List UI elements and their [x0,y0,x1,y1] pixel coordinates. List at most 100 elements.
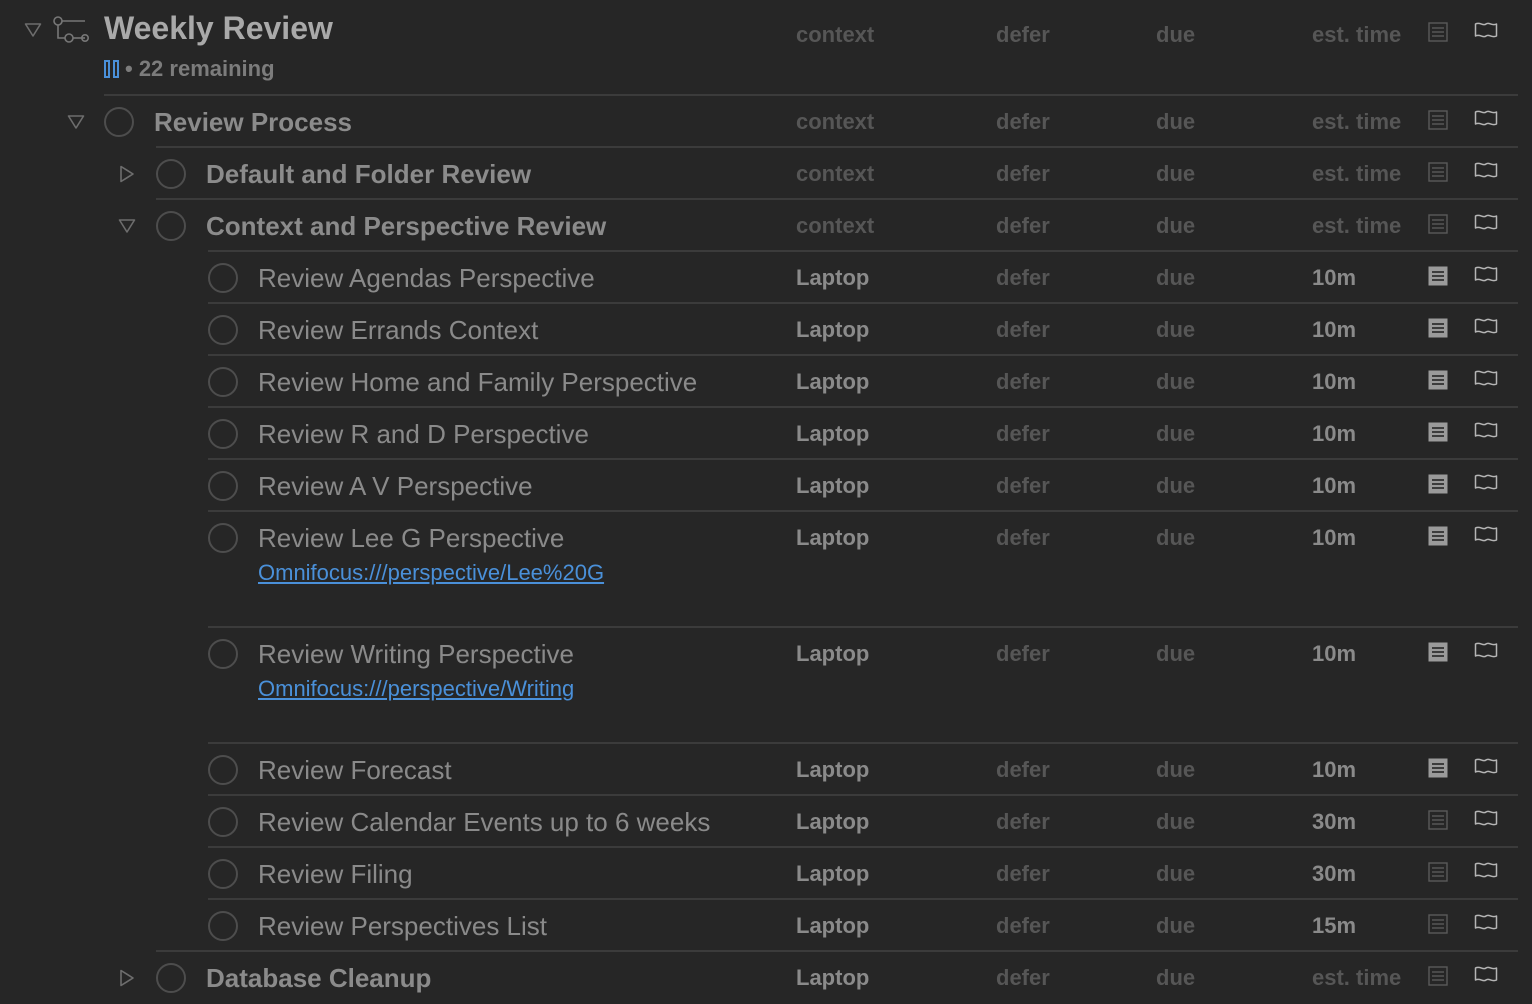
est-time-field[interactable]: 10m [1312,473,1356,499]
status-circle-checkbox[interactable] [208,419,238,449]
flag-icon[interactable] [1474,422,1498,442]
est-time-field[interactable]: 10m [1312,317,1356,343]
defer-field[interactable]: defer [996,265,1050,291]
collapse-triangle-icon[interactable] [67,113,85,131]
note-icon[interactable] [1428,266,1448,286]
due-column-header[interactable]: due [1156,22,1195,48]
defer-field[interactable]: defer [996,161,1050,187]
task-row[interactable]: Review R and D Perspective Laptop defer due… [0,406,1532,460]
est-time-field[interactable]: 30m [1312,861,1356,887]
due-field[interactable]: due [1156,317,1195,343]
note-icon[interactable] [1428,422,1448,442]
defer-field[interactable]: defer [996,109,1050,135]
task-title[interactable]: Review Calendar Events up to 6 weeks [258,807,710,838]
due-field[interactable]: due [1156,213,1195,239]
due-field[interactable]: due [1156,913,1195,939]
est-time-field[interactable]: 10m [1312,421,1356,447]
task-title[interactable]: Review Writing Perspective [258,639,574,670]
due-field[interactable]: due [1156,473,1195,499]
defer-field[interactable]: defer [996,913,1050,939]
status-circle-checkbox[interactable] [208,471,238,501]
defer-field[interactable]: defer [996,421,1050,447]
task-row[interactable]: Review Writing Perspective Omnifocus:///p… [0,626,1532,744]
flag-icon[interactable] [1474,810,1498,830]
est-time-field[interactable]: 10m [1312,757,1356,783]
flag-icon[interactable] [1474,22,1498,42]
pause-icon[interactable] [104,60,119,78]
task-title[interactable]: Review R and D Perspective [258,419,589,450]
status-circle-checkbox[interactable] [156,159,186,189]
due-field[interactable]: due [1156,861,1195,887]
group-title[interactable]: Context and Perspective Review [206,211,606,242]
task-row[interactable]: Review Perspectives List Laptop defer due 15… [0,898,1532,952]
flag-icon[interactable] [1474,214,1498,234]
context-column-header[interactable]: context [796,22,874,48]
flag-icon[interactable] [1474,110,1498,130]
status-circle-checkbox[interactable] [156,211,186,241]
status-circle-checkbox[interactable] [208,315,238,345]
due-field[interactable]: due [1156,757,1195,783]
task-row[interactable]: Review Errands Context Laptop defer due 10m [0,302,1532,356]
context-field[interactable]: Laptop [796,757,869,783]
context-field[interactable]: Laptop [796,421,869,447]
context-field[interactable]: Laptop [796,809,869,835]
est-time-field[interactable]: 10m [1312,525,1356,551]
est-time-field[interactable]: 15m [1312,913,1356,939]
note-icon[interactable] [1428,318,1448,338]
note-icon[interactable] [1428,370,1448,390]
est-time-field[interactable]: est. time [1312,965,1401,991]
collapse-triangle-icon[interactable] [24,21,42,39]
due-field[interactable]: due [1156,965,1195,991]
group-row[interactable]: Default and Folder Review context defer due… [0,146,1532,200]
due-field[interactable]: due [1156,109,1195,135]
flag-icon[interactable] [1474,318,1498,338]
flag-icon[interactable] [1474,862,1498,882]
status-circle-checkbox[interactable] [104,107,134,137]
flag-icon[interactable] [1474,526,1498,546]
due-field[interactable]: due [1156,369,1195,395]
status-circle-checkbox[interactable] [156,963,186,993]
due-field[interactable]: due [1156,161,1195,187]
defer-field[interactable]: defer [996,473,1050,499]
group-title[interactable]: Default and Folder Review [206,159,531,190]
defer-field[interactable]: defer [996,861,1050,887]
est-time-field[interactable]: 30m [1312,809,1356,835]
status-circle-checkbox[interactable] [208,859,238,889]
due-field[interactable]: due [1156,265,1195,291]
status-circle-checkbox[interactable] [208,807,238,837]
note-icon[interactable] [1428,758,1448,778]
context-field[interactable]: context [796,213,874,239]
due-field[interactable]: due [1156,421,1195,447]
defer-field[interactable]: defer [996,213,1050,239]
task-title[interactable]: Review Errands Context [258,315,538,346]
task-title[interactable]: Review Agendas Perspective [258,263,595,294]
note-icon[interactable] [1428,526,1448,546]
flag-icon[interactable] [1474,162,1498,182]
task-row[interactable]: Review Lee G Perspective Omnifocus:///per… [0,510,1532,628]
group-row[interactable]: Database Cleanup Laptop defer due est. time [0,950,1532,1004]
task-row[interactable]: Review Agendas Perspective Laptop defer due… [0,250,1532,304]
context-field[interactable]: Laptop [796,525,869,551]
flag-icon[interactable] [1474,758,1498,778]
est-time-field[interactable]: 10m [1312,265,1356,291]
project-title[interactable]: Weekly Review [104,10,333,47]
status-circle-checkbox[interactable] [208,639,238,669]
due-field[interactable]: due [1156,641,1195,667]
group-row[interactable]: Context and Perspective Review context def… [0,198,1532,252]
note-icon[interactable] [1428,966,1448,986]
task-row[interactable]: Review Forecast Laptop defer due 10m [0,742,1532,796]
est-time-field[interactable]: est. time [1312,109,1401,135]
context-field[interactable]: context [796,161,874,187]
est-time-column-header[interactable]: est. time [1312,22,1401,48]
group-title[interactable]: Database Cleanup [206,963,431,994]
note-icon[interactable] [1428,810,1448,830]
status-circle-checkbox[interactable] [208,367,238,397]
status-circle-checkbox[interactable] [208,263,238,293]
note-icon[interactable] [1428,862,1448,882]
context-field[interactable]: Laptop [796,913,869,939]
note-icon[interactable] [1428,110,1448,130]
note-icon[interactable] [1428,214,1448,234]
note-icon[interactable] [1428,22,1448,42]
defer-field[interactable]: defer [996,965,1050,991]
context-field[interactable]: Laptop [796,265,869,291]
